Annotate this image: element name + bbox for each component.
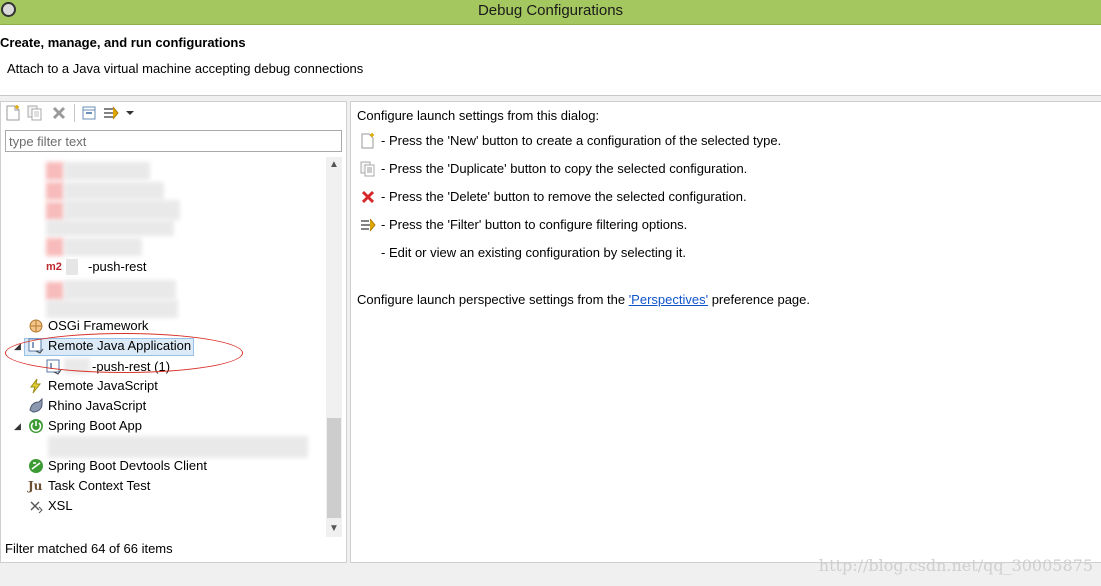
window-title: Debug Configurations (477, 2, 624, 19)
remote-javascript-icon (30, 378, 42, 394)
collapse-all-icon (82, 106, 96, 120)
new-config-icon (6, 105, 20, 121)
collapse-all-button[interactable] (80, 104, 98, 122)
help-line-delete: - Press the 'Delete' button to remove th… (381, 189, 747, 204)
obscured-label (64, 162, 150, 180)
obscured-icon (46, 202, 64, 220)
perspective-prefix: Configure launch perspective settings fr… (357, 292, 629, 307)
chevron-down-icon (126, 111, 134, 115)
tree-item-rhino-javascript[interactable]: Rhino JavaScript (28, 396, 248, 416)
tree-item-label: Task Context Test (48, 478, 151, 493)
filter-icon (361, 218, 376, 232)
tree-item-label: Remote JavaScript (48, 378, 158, 393)
header-title: Create, manage, and run configurations (0, 35, 246, 50)
obscured-icon (46, 238, 64, 256)
watermark: http://blog.csdn.net/qq_30005875 (818, 556, 1093, 575)
delete-button[interactable] (50, 104, 68, 122)
obscured-label (64, 182, 164, 200)
tree-item-remote-javascript[interactable]: Remote JavaScript (28, 376, 248, 396)
scroll-thumb[interactable] (327, 418, 341, 518)
obscured-icon (46, 162, 64, 180)
obscured-label (64, 200, 180, 220)
filter-status-text: Filter matched 64 of 66 items (5, 541, 173, 556)
spring-boot-icon (29, 419, 43, 433)
help-line-duplicate: - Press the 'Duplicate' button to copy t… (381, 161, 748, 176)
obscured-icon (46, 282, 64, 300)
scroll-up-icon[interactable]: ▲ (326, 157, 342, 173)
toolbar-separator (74, 104, 75, 122)
tree-item-task-context-test[interactable]: Ju Task Context Test (28, 476, 248, 496)
perspective-settings-text: Configure launch perspective settings fr… (357, 292, 810, 307)
duplicate-icon (27, 105, 42, 121)
duplicate-button[interactable] (26, 104, 44, 122)
new-config-button[interactable] (4, 104, 22, 122)
scroll-down-icon[interactable]: ▼ (326, 521, 342, 537)
perspectives-link[interactable]: 'Perspectives' (629, 292, 708, 307)
filter-icon (104, 106, 119, 120)
junit-icon: Ju (28, 479, 43, 493)
help-line-filter: - Press the 'Filter' button to configure… (381, 217, 688, 232)
tree-item-xsl[interactable]: XSL (28, 496, 248, 516)
tree-item-label: -push-rest (88, 259, 147, 274)
new-config-icon (361, 133, 374, 149)
filter-input[interactable] (5, 130, 342, 152)
tree-item-maven-push-rest[interactable]: m2 -push-rest (46, 257, 246, 277)
delete-icon (361, 190, 375, 204)
help-line-edit: - Edit or view an existing configuration… (381, 245, 686, 260)
filter-button[interactable] (102, 104, 120, 122)
obscured-label (48, 436, 308, 458)
xsl-icon (30, 501, 43, 514)
tree-item-label: Spring Boot Devtools Client (48, 458, 207, 473)
tree-item-spring-boot-devtools-client[interactable]: Spring Boot Devtools Client (28, 456, 268, 476)
help-line-new: - Press the 'New' button to create a con… (381, 133, 782, 148)
osgi-icon (29, 319, 43, 333)
maven-m2-icon: m2 (46, 261, 62, 273)
delete-icon (52, 106, 66, 120)
obscured-label (64, 238, 142, 256)
filter-dropdown-button[interactable] (124, 104, 142, 122)
tree-item-label: Spring Boot App (48, 418, 142, 433)
rhino-icon (29, 398, 43, 413)
tree-item-spring-boot-app[interactable]: Spring Boot App (28, 416, 248, 436)
spring-devtools-icon (29, 459, 43, 473)
duplicate-icon (360, 161, 375, 177)
tree-item-label: Rhino JavaScript (48, 398, 147, 413)
obscured-label (46, 220, 174, 236)
perspective-suffix: preference page. (708, 292, 810, 307)
tree-item-label: XSL (48, 498, 73, 513)
obscured-label (64, 280, 176, 300)
expanded-triangle-icon[interactable]: ◢ (14, 422, 22, 431)
help-intro: Configure launch settings from this dial… (357, 108, 600, 123)
red-annotation-ellipse (5, 333, 243, 373)
obscured-label (66, 259, 78, 275)
header-description: Attach to a Java virtual machine accepti… (7, 61, 364, 76)
obscured-icon (46, 182, 64, 200)
